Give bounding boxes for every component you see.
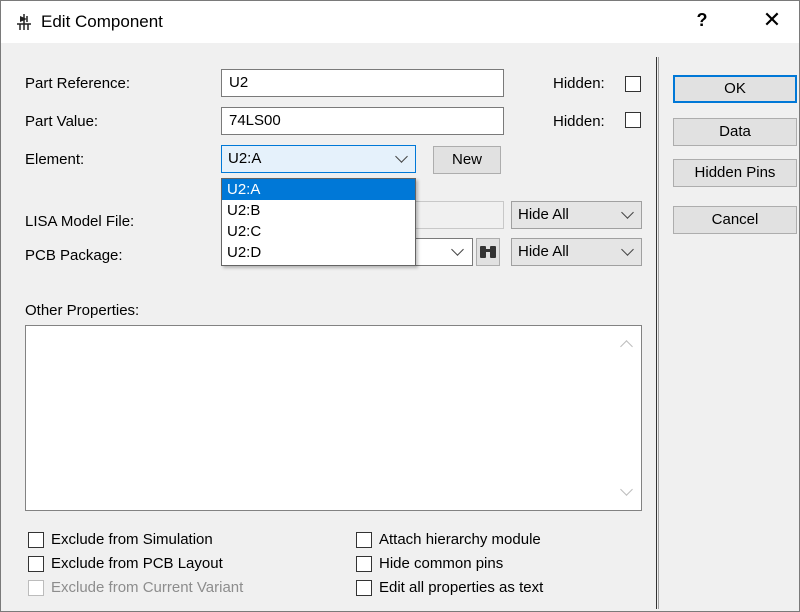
separator: [656, 57, 657, 609]
exclude-simulation-checkbox[interactable]: [28, 532, 44, 548]
part-reference-input[interactable]: U2: [221, 69, 504, 97]
hide-common-pins-checkbox[interactable]: [356, 556, 372, 572]
exclude-current-variant-checkbox: [28, 580, 44, 596]
part-value-hidden-label: Hidden:: [553, 113, 605, 130]
element-select[interactable]: U2:A: [221, 145, 416, 173]
chevron-down-icon: [395, 150, 408, 163]
chevron-down-icon: [621, 206, 634, 219]
help-button[interactable]: ?: [687, 10, 717, 31]
binoculars-glyph: [480, 246, 496, 258]
hidden-pins-button[interactable]: Hidden Pins: [673, 159, 797, 187]
exclude-pcb-layout-checkbox[interactable]: [28, 556, 44, 572]
pcb-package-label: PCB Package:: [25, 247, 123, 264]
pcb-visibility-value: Hide All: [518, 243, 569, 260]
lisa-model-file-label: LISA Model File:: [25, 213, 135, 230]
element-dropdown-list: U2:A U2:B U2:C U2:D: [221, 178, 416, 266]
part-reference-hidden-label: Hidden:: [553, 75, 605, 92]
element-option-u2d[interactable]: U2:D: [222, 242, 415, 263]
part-value-label: Part Value:: [25, 113, 99, 130]
edit-all-properties-text-label: Edit all properties as text: [379, 579, 544, 596]
binoculars-icon[interactable]: [476, 238, 500, 266]
new-element-button[interactable]: New: [433, 146, 501, 174]
exclude-simulation-label: Exclude from Simulation: [51, 531, 213, 548]
window-title: Edit Component: [41, 12, 163, 31]
pcb-visibility-select[interactable]: Hide All: [511, 238, 642, 266]
part-value-input[interactable]: 74LS00: [221, 107, 504, 135]
component-icon: [17, 14, 31, 30]
element-option-u2b[interactable]: U2:B: [222, 200, 415, 221]
part-reference-label: Part Reference:: [25, 75, 131, 92]
scroll-down-icon[interactable]: [620, 483, 633, 496]
lisa-visibility-value: Hide All: [518, 206, 569, 223]
hide-common-pins-label: Hide common pins: [379, 555, 504, 572]
other-properties-label: Other Properties:: [25, 302, 140, 319]
attach-hierarchy-module-checkbox[interactable]: [356, 532, 372, 548]
element-option-u2a[interactable]: U2:A: [222, 179, 415, 200]
element-option-u2c[interactable]: U2:C: [222, 221, 415, 242]
element-select-value: U2:A: [228, 150, 262, 167]
close-button[interactable]: ✕: [753, 7, 791, 33]
data-button[interactable]: Data: [673, 118, 797, 146]
exclude-current-variant-label: Exclude from Current Variant: [51, 579, 244, 596]
scroll-up-icon[interactable]: [620, 340, 633, 353]
separator-shadow: [658, 57, 659, 609]
other-properties-textarea[interactable]: [25, 325, 642, 511]
edit-all-properties-text-checkbox[interactable]: [356, 580, 372, 596]
lisa-visibility-select[interactable]: Hide All: [511, 201, 642, 229]
element-label: Element:: [25, 151, 85, 168]
edit-component-dialog: Edit Component ? ✕ Part Reference: U2 Hi…: [0, 0, 800, 612]
chevron-down-icon: [621, 243, 634, 256]
exclude-pcb-layout-label: Exclude from PCB Layout: [51, 555, 223, 572]
attach-hierarchy-module-label: Attach hierarchy module: [379, 531, 541, 548]
ok-button[interactable]: OK: [673, 75, 797, 103]
part-reference-hidden-checkbox[interactable]: [625, 76, 641, 92]
title-bar: Edit Component ? ✕: [1, 1, 799, 43]
part-value-hidden-checkbox[interactable]: [625, 112, 641, 128]
cancel-button[interactable]: Cancel: [673, 206, 797, 234]
